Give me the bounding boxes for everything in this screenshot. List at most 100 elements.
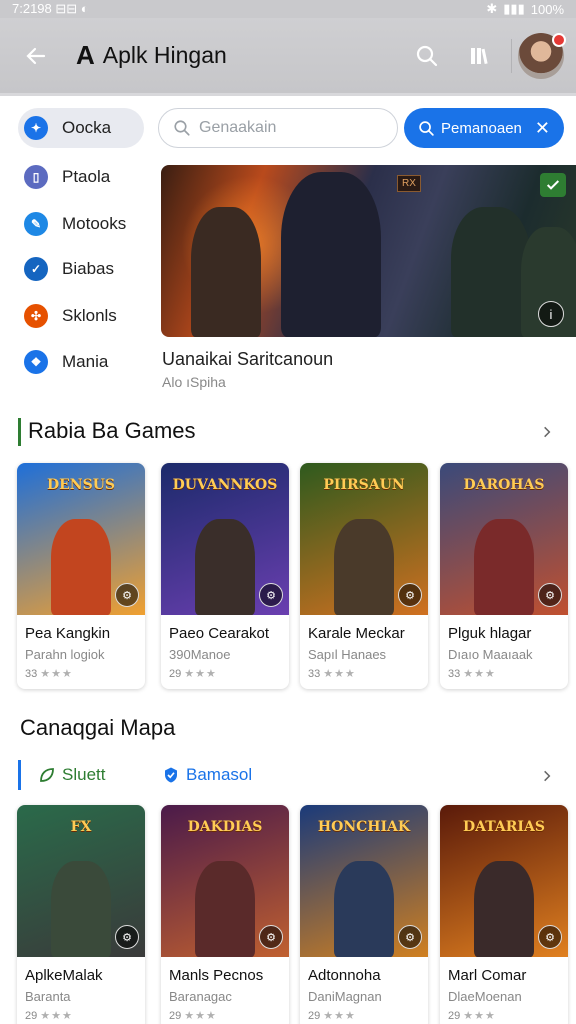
game-name: AplkeMalak: [25, 967, 103, 984]
cover-character: [51, 861, 111, 957]
cover-character: [334, 861, 394, 957]
banner-tag: RX: [397, 175, 421, 192]
game-developer: Baranagac: [169, 989, 232, 1004]
app-title-text: Aplk Hingan: [102, 42, 227, 68]
banner-character: [451, 207, 531, 337]
category-icon: ✦: [24, 116, 48, 140]
game-card[interactable]: FX ⚙ AplkeMalak Baranta 29 ★★★: [17, 805, 145, 1024]
battery-level: 100%: [530, 1, 564, 17]
rating-value: 33: [448, 668, 464, 680]
game-developer: DaniMagnan: [308, 989, 382, 1004]
info-icon[interactable]: i: [538, 301, 564, 327]
game-rating: 29 ★★★: [169, 1009, 217, 1022]
cover-character: [334, 519, 394, 615]
search-input[interactable]: Genaakain: [158, 108, 398, 148]
signal-icon: ▮▮▮: [503, 1, 525, 16]
controller-icon: ⚙: [259, 925, 283, 949]
cover-character: [474, 519, 534, 615]
sidebar-item-label: Biabas: [62, 259, 114, 278]
rating-value: 29: [25, 1010, 41, 1022]
section-accent: [18, 760, 21, 790]
controller-icon: ⚙: [538, 583, 562, 607]
sidebar-item-mania[interactable]: ❖ Mania: [18, 342, 108, 382]
filter-bamasol[interactable]: Bamasol: [162, 762, 252, 788]
section-title: Canaqgai Mapa: [20, 715, 176, 740]
rating-value: 33: [25, 668, 41, 680]
game-rating: 33 ★★★: [308, 667, 356, 680]
cover-character: [195, 519, 255, 615]
back-button[interactable]: [16, 36, 56, 76]
game-rating: 29 ★★★: [308, 1009, 356, 1022]
game-rating: 33 ★★★: [448, 667, 496, 680]
game-card[interactable]: DATARIAS ⚙ Marl Comar DlaeMoenan 29 ★★★: [440, 805, 568, 1024]
section-more-button[interactable]: [535, 420, 559, 444]
section-more-button[interactable]: [535, 764, 559, 788]
sidebar-item-oocka[interactable]: ✦ Oocka: [18, 108, 144, 148]
sidebar-item-ptaola[interactable]: ▯ Ptaola: [18, 157, 110, 197]
featured-subtitle: Alo ıSpiha: [162, 374, 226, 390]
cover-character: [474, 861, 534, 957]
status-bar: 7:2198 ⊟⊟ ◐ ✱ ▮▮▮ 100%: [0, 0, 576, 18]
sidebar-item-biabas[interactable]: ✓ Biabas: [18, 249, 114, 289]
sidebar-item-label: Oocka: [62, 118, 112, 137]
game-card[interactable]: HONCHIAK ⚙ Adtonnoha DaniMagnan 29 ★★★: [300, 805, 428, 1024]
avatar[interactable]: [518, 32, 566, 79]
rating-value: 29: [448, 1010, 464, 1022]
game-card[interactable]: PIIRSAUN ⚙ Karale Meckar Sapıl Hanaes 33 ★★★: [300, 463, 428, 689]
controller-icon: ⚙: [115, 925, 139, 949]
check-icon: [546, 180, 560, 190]
verified-badge: [540, 173, 566, 197]
library-button[interactable]: [457, 34, 501, 78]
section-accent: [18, 418, 21, 446]
rating-value: 29: [169, 1010, 185, 1022]
filter-sluett[interactable]: Sluett: [38, 762, 105, 788]
cover-character: [51, 519, 111, 615]
game-card[interactable]: DENSUS ⚙ Pea Kangkin Parahn logiok 33 ★★★: [17, 463, 145, 689]
banner-character: [191, 207, 261, 337]
game-card[interactable]: DUVANNKOS ⚙ Paeo Cearakot 390Manoe 29 ★★★: [161, 463, 289, 689]
cover-logo-text: DATARIAS: [463, 819, 545, 835]
search-button[interactable]: [405, 34, 449, 78]
section-title: Rabia Ba Games: [28, 418, 196, 443]
controller-icon: ⚙: [398, 583, 422, 607]
app-title: A Aplk Hingan: [76, 40, 227, 71]
library-icon: [471, 47, 488, 64]
game-name: Plguk hlagar: [448, 625, 532, 642]
category-icon: ▯: [24, 165, 48, 189]
close-icon[interactable]: ✕: [535, 118, 550, 139]
shield-icon: [165, 767, 177, 783]
filter-label: Bamasol: [186, 765, 253, 784]
search-icon: [174, 120, 190, 136]
game-name: Pea Kangkin: [25, 625, 111, 642]
chevron-right-icon: [544, 426, 551, 438]
game-developer: DlaeMoenan: [448, 989, 522, 1004]
cover-character: [195, 861, 255, 957]
sidebar-item-label: Ptaola: [62, 167, 111, 186]
rating-value: 29: [308, 1010, 324, 1022]
category-icon: ✓: [24, 257, 48, 281]
app-logo: A: [76, 40, 95, 70]
search-icon: [419, 120, 434, 136]
controller-icon: ⚙: [538, 925, 562, 949]
star-icon: ★★★: [323, 668, 356, 680]
game-name: Adtonnoha: [308, 967, 381, 984]
game-name: Karale Meckar: [308, 625, 405, 642]
game-card[interactable]: DAROHAS ⚙ Plguk hlagar Dıaıo Maaıaak 33 ★★★: [440, 463, 568, 689]
star-icon: ★★★: [184, 1010, 217, 1022]
sidebar-item-label: Mania: [62, 352, 109, 371]
game-developer: Dıaıo Maaıaak: [448, 647, 533, 662]
sidebar-item-motooks[interactable]: ✎ Motooks: [18, 204, 126, 244]
search-placeholder: Genaakain: [199, 119, 277, 136]
game-name: Manls Pecnos: [169, 967, 264, 984]
toolbar-divider: [511, 38, 512, 73]
featured-banner[interactable]: RX i: [161, 165, 576, 337]
sidebar-item-sklonls[interactable]: ✣ Sklonls: [18, 296, 117, 336]
game-card[interactable]: DAKDIAS ⚙ Manls Pecnos Baranagac 29 ★★★: [161, 805, 289, 1024]
cover-logo-text: DUVANNKOS: [172, 477, 278, 493]
game-name: Paeo Cearakot: [169, 625, 270, 642]
chevron-right-icon: [544, 770, 551, 782]
star-icon: ★★★: [40, 1010, 73, 1022]
status-icons: ✱ ▮▮▮ 100%: [486, 1, 564, 17]
filter-chip[interactable]: Pemanoaen ✕: [404, 108, 564, 148]
category-icon: ✣: [24, 304, 48, 328]
